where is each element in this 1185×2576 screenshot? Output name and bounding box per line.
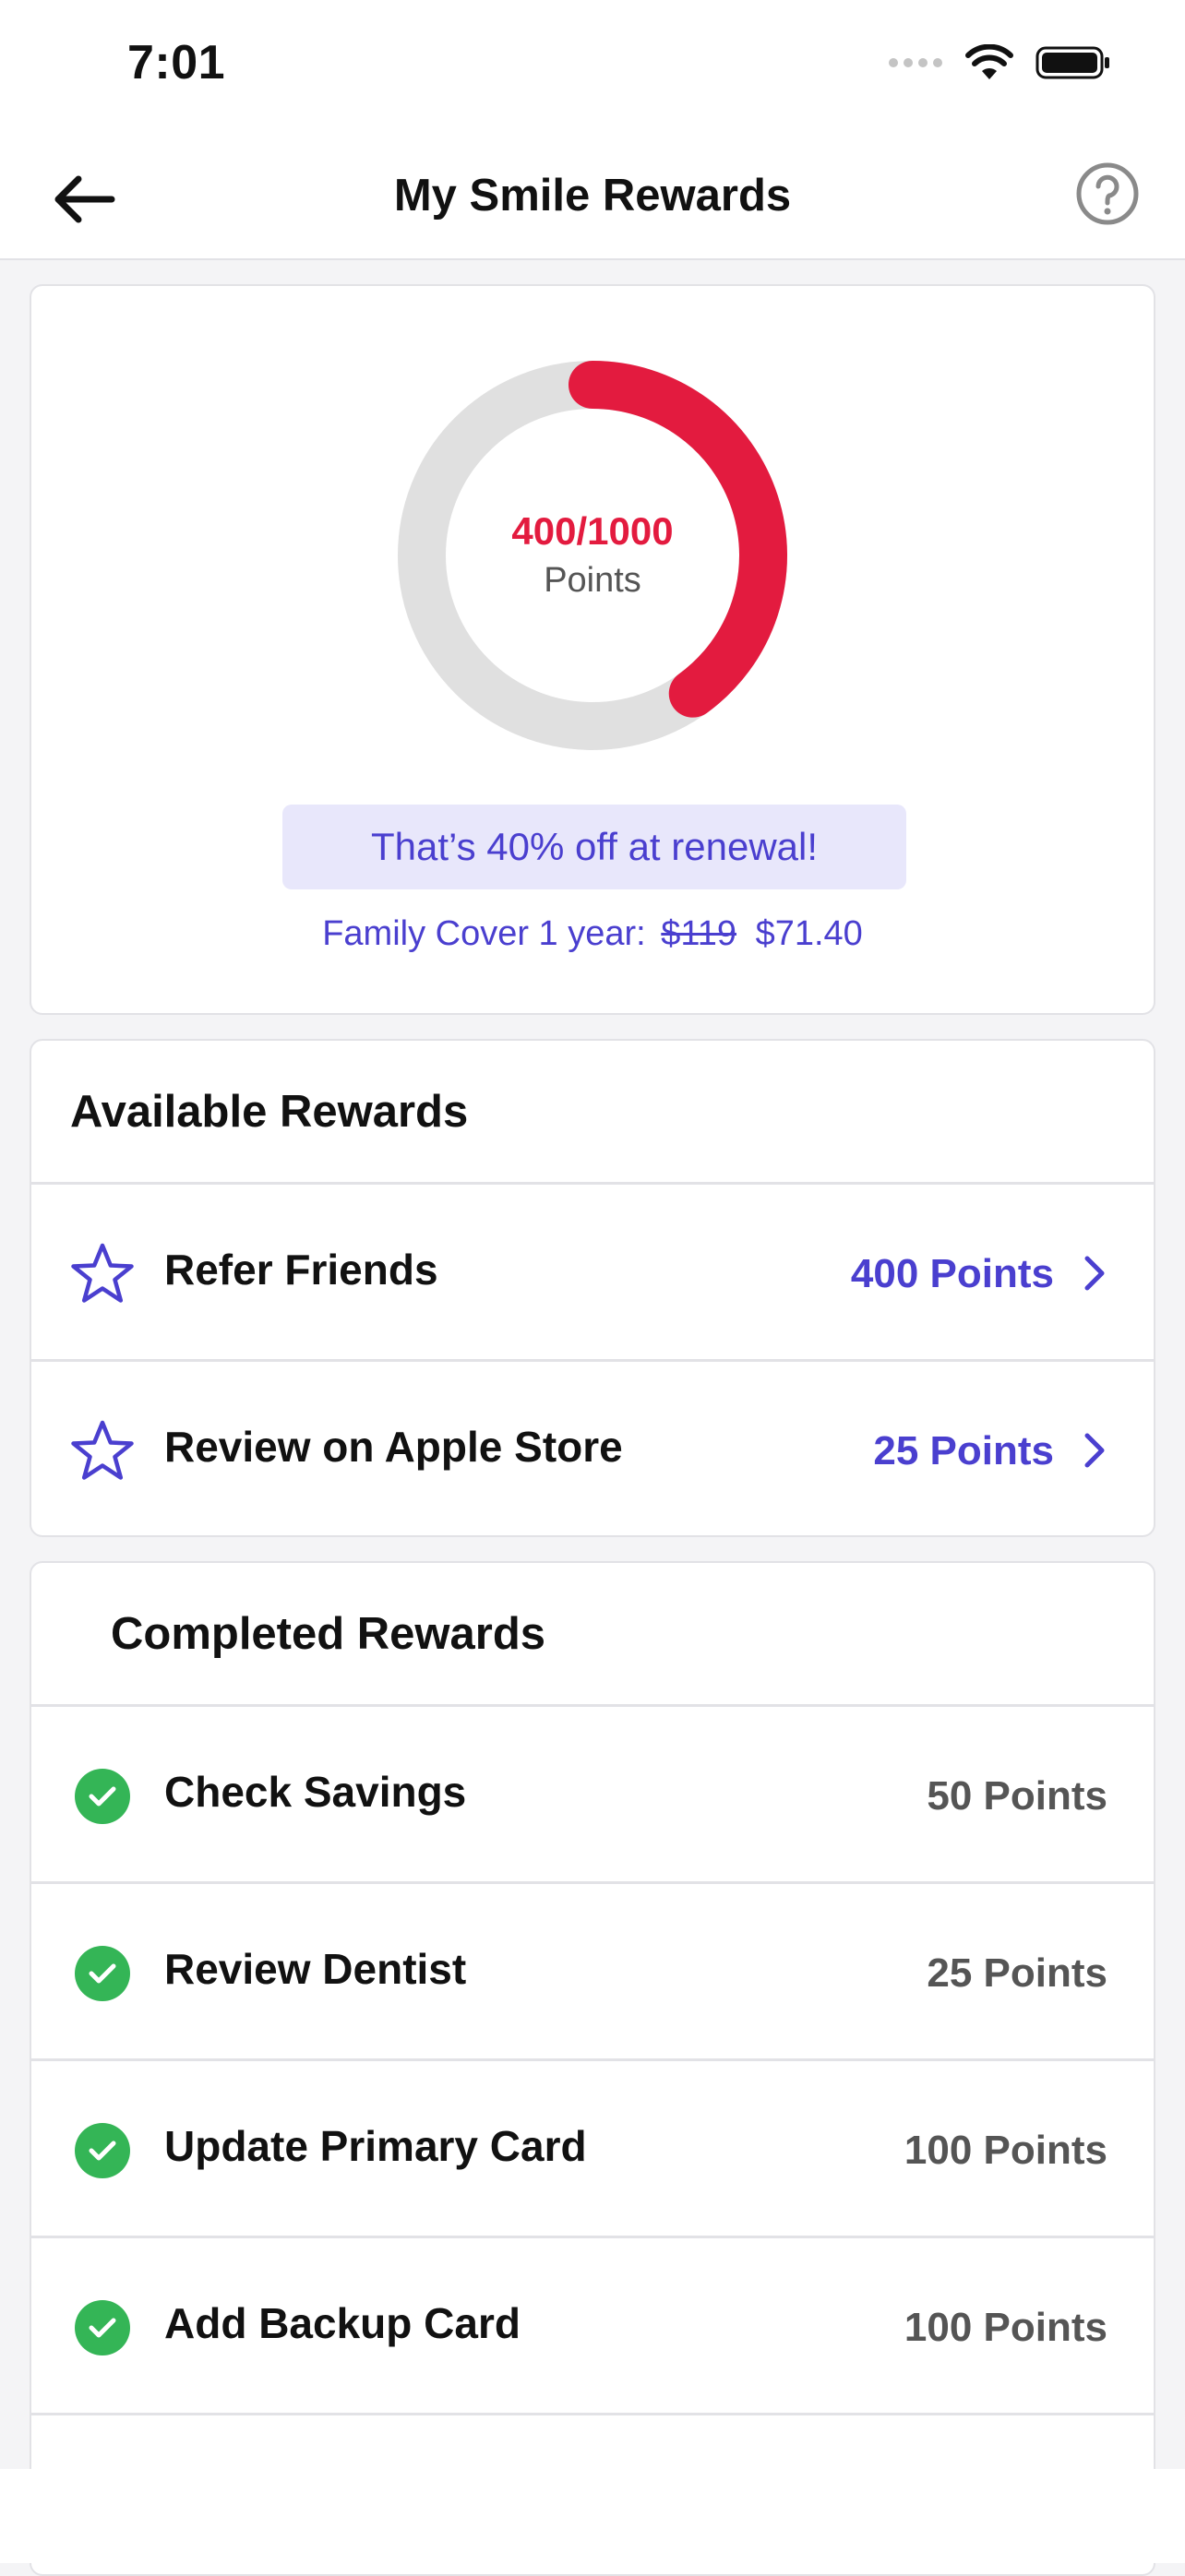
- points-ring: 400/1000 Points: [391, 354, 794, 757]
- completed-row-add-backup-card: Add Backup Card 100 Points: [31, 2238, 1154, 2415]
- points-unit: Points: [544, 561, 641, 600]
- completed-points: 25 Points: [927, 1950, 1107, 1996]
- wifi-icon: [965, 44, 1013, 79]
- completed-row-review-dentist: Review Dentist 25 Points: [31, 1884, 1154, 2061]
- bottom-safe-area: [0, 2469, 1185, 2563]
- chevron-right-icon: [1074, 1253, 1115, 1294]
- status-icons: [888, 44, 1111, 81]
- reward-row-refer-friends[interactable]: Refer Friends 400 Points: [31, 1185, 1154, 1362]
- chevron-right-icon: [1074, 1430, 1115, 1471]
- discount-banner: That’s 40% off at renewal!: [282, 805, 906, 889]
- star-icon: [70, 1419, 135, 1484]
- completed-points: 100 Points: [904, 2305, 1107, 2350]
- ring-center: 400/1000 Points: [391, 354, 794, 757]
- reward-label: Review on Apple Store: [164, 1423, 623, 1471]
- completed-points: 100 Points: [904, 2128, 1107, 2173]
- status-bar: 7:01: [0, 0, 1185, 138]
- reward-points: 25 Points: [873, 1428, 1054, 1473]
- plan-price-line: Family Cover 1 year: $119 $71.40: [31, 910, 1154, 958]
- reward-label: Refer Friends: [164, 1246, 438, 1294]
- reward-row-review-apple-store[interactable]: Review on Apple Store 25 Points: [31, 1362, 1154, 1535]
- battery-icon: [1035, 46, 1109, 79]
- completed-rewards-title: Completed Rewards: [31, 1563, 1154, 1707]
- check-circle-icon: [70, 2118, 135, 2183]
- points-value: 400/1000: [511, 509, 674, 553]
- status-time: 7:01: [127, 36, 226, 89]
- question-circle-icon: [1076, 162, 1139, 225]
- check-circle-icon: [70, 1764, 135, 1829]
- completed-label: Review Dentist: [164, 1945, 467, 1993]
- available-rewards-card: Available Rewards Refer Friends 400 Poin…: [30, 1039, 1155, 1537]
- available-rewards-title: Available Rewards: [31, 1041, 1154, 1185]
- page-title: My Smile Rewards: [393, 171, 792, 221]
- cellular-signal-icon: [889, 58, 942, 67]
- old-price: $119: [661, 914, 737, 953]
- completed-row-update-primary-card: Update Primary Card 100 Points: [31, 2061, 1154, 2238]
- completed-label: Check Savings: [164, 1768, 467, 1816]
- star-icon: [70, 1242, 135, 1306]
- completed-label: Add Backup Card: [164, 2299, 521, 2347]
- reward-points: 400 Points: [850, 1251, 1054, 1296]
- plan-label: Family Cover 1 year:: [322, 914, 646, 953]
- help-button[interactable]: [1069, 155, 1146, 233]
- points-progress-card: 400/1000 Points That’s 40% off at renewa…: [30, 284, 1155, 1015]
- completed-row-check-savings: Check Savings 50 Points: [31, 1707, 1154, 1884]
- check-circle-icon: [70, 2296, 135, 2360]
- completed-points: 50 Points: [927, 1773, 1107, 1819]
- new-price: $71.40: [755, 914, 863, 953]
- check-circle-icon: [70, 1941, 135, 2006]
- completed-rewards-card: Completed Rewards Check Savings 50 Point…: [30, 1561, 1155, 2576]
- nav-bar: My Smile Rewards: [0, 138, 1185, 260]
- completed-label: Update Primary Card: [164, 2122, 587, 2170]
